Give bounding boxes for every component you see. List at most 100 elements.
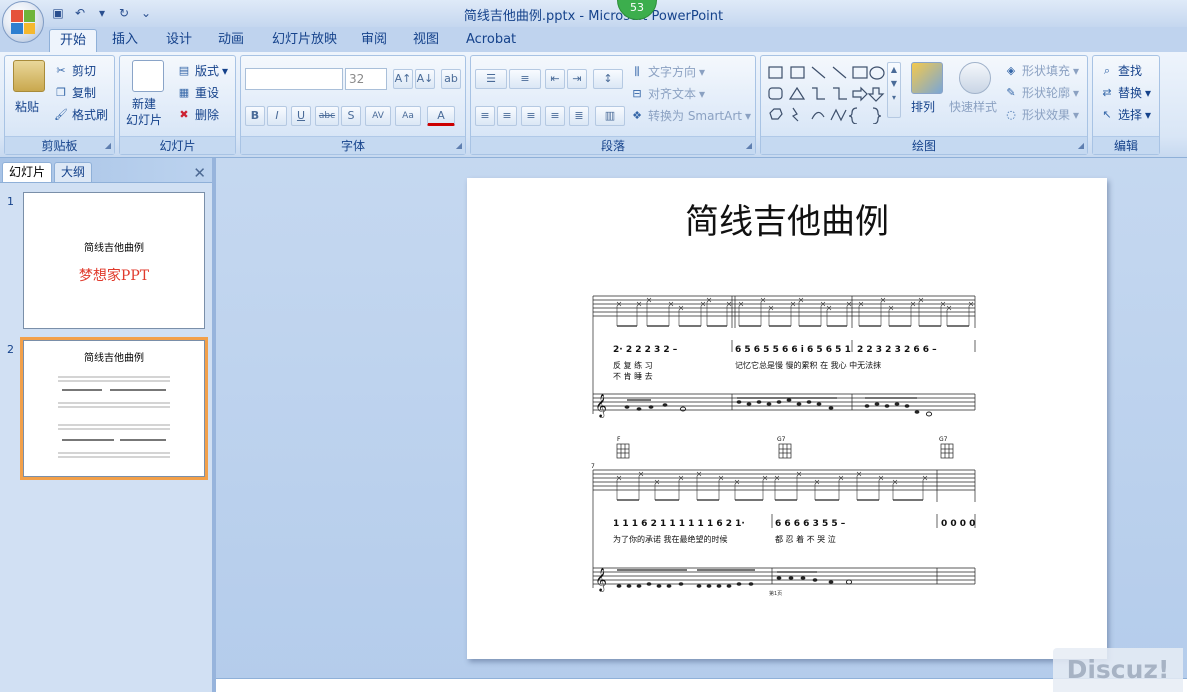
tab-acrobat[interactable]: Acrobat — [456, 29, 526, 52]
font-launcher-icon[interactable]: ◢ — [456, 141, 462, 150]
close-icon[interactable]: ✕ — [193, 164, 206, 182]
tab-view[interactable]: 视图 — [403, 29, 449, 52]
grow-font-icon[interactable]: A↑ — [393, 69, 413, 89]
shrink-font-icon[interactable]: A↓ — [415, 69, 435, 89]
new-slide-button[interactable]: 新建 幻灯片 — [126, 96, 162, 128]
align-center-icon[interactable]: ≡ — [497, 106, 517, 126]
chord-label: G7 — [777, 436, 786, 443]
tab-animations[interactable]: 动画 — [208, 29, 254, 52]
notes-pane[interactable] — [216, 678, 1187, 692]
convert-smartart-button[interactable]: ❖ 转换为 SmartArt ▾ — [629, 107, 751, 124]
align-text-icon: ⊟ — [632, 86, 642, 100]
align-text-button[interactable]: ⊟ 对齐文本 ▾ — [629, 85, 705, 102]
delete-slide-button[interactable]: ✖ 删除 — [176, 106, 219, 123]
decrease-indent-icon[interactable]: ⇤ — [545, 69, 565, 89]
page-label: 第1页 — [769, 590, 782, 597]
pen-icon: ✎ — [1006, 85, 1016, 99]
arrange-button[interactable]: 排列 — [911, 98, 935, 115]
replace-button[interactable]: ⇄ 替换 ▾ — [1099, 84, 1151, 101]
shape-outline-label: 形状轮廓 — [1022, 86, 1071, 100]
align-left-icon[interactable]: ≡ — [475, 106, 495, 126]
group-editing: ⌕ 查找 ⇄ 替换 ▾ ↖ 选择 ▾ 编辑 — [1092, 55, 1160, 155]
drawing-launcher-icon[interactable]: ◢ — [1078, 141, 1084, 150]
slide-thumbnail-2[interactable]: 简线吉他曲例 — [20, 337, 208, 480]
underline-icon[interactable]: U — [291, 106, 311, 126]
reset-button[interactable]: ▦ 重设 — [176, 84, 219, 101]
quick-styles-button[interactable]: 快速样式 — [949, 98, 997, 115]
copy-label: 复制 — [72, 86, 97, 100]
copy-button[interactable]: ❐ 复制 — [53, 84, 96, 101]
select-label: 选择 — [1118, 108, 1143, 122]
line-spacing-icon[interactable]: ↕ — [593, 69, 623, 89]
shape-effects-button[interactable]: ◌ 形状效果 ▾ — [1003, 106, 1079, 123]
group-label-slides: 幻灯片 — [120, 136, 235, 154]
font-color-icon[interactable]: A — [427, 106, 455, 126]
shape-fill-label: 形状填充 — [1022, 64, 1071, 78]
guitar-score[interactable]: 𝄞 𝄞 F G7 G7 7 2· 2 2 2 3 2 – 6 5 6 5 5 6… — [587, 288, 987, 598]
watermark-logo: Discuz! — [1053, 648, 1183, 692]
slide-title[interactable]: 简线吉他曲例 — [467, 194, 1107, 243]
slide-editor: 简线吉他曲例 𝄞 𝄞 F G7 G7 7 2· 2 2 2 3 2 – 6 5 … — [212, 158, 1187, 692]
cut-button[interactable]: ✂ 剪切 — [53, 62, 96, 79]
copy-icon: ❐ — [56, 85, 66, 99]
office-logo-icon — [11, 10, 35, 34]
paste-icon — [13, 60, 45, 92]
numbering-icon[interactable]: ≡ — [509, 69, 541, 89]
align-right-icon[interactable]: ≡ — [521, 106, 541, 126]
paragraph-launcher-icon[interactable]: ◢ — [746, 141, 752, 150]
shape-fill-button[interactable]: ◈ 形状填充 ▾ — [1003, 62, 1079, 79]
format-painter-button[interactable]: 🖌 格式刷 — [53, 106, 108, 123]
binoculars-icon: ⌕ — [1103, 63, 1111, 77]
chevron-down-icon: ▾ — [699, 86, 706, 101]
office-button[interactable] — [2, 1, 44, 43]
slide-thumbnail-1[interactable]: 简线吉他曲例 梦想家PPT — [23, 192, 205, 329]
text-direction-button[interactable]: ⫼ 文字方向 ▾ — [629, 63, 705, 80]
font-name-combo[interactable] — [245, 68, 343, 90]
tab-outline[interactable]: 大纲 — [54, 162, 93, 182]
char-spacing-icon[interactable]: AV — [365, 106, 391, 126]
chevron-down-icon: ▾ — [699, 64, 706, 79]
thumb-title: 简线吉他曲例 — [84, 353, 144, 364]
ribbon: 粘贴 ✂ 剪切 ❐ 复制 🖌 格式刷 剪贴板 ◢ 新建 幻灯片 ▤ 版式 ▾ ▦ 重设 ✖ 删… — [0, 52, 1187, 158]
chord-label: F — [617, 436, 621, 443]
layout-button[interactable]: ▤ 版式 ▾ — [176, 62, 228, 79]
font-size-combo[interactable]: 32 — [345, 68, 387, 90]
bullets-icon[interactable]: ☰ — [475, 69, 507, 89]
clear-format-icon[interactable]: ab — [441, 69, 461, 89]
slide-canvas[interactable]: 简线吉他曲例 𝄞 𝄞 F G7 G7 7 2· 2 2 2 3 2 – 6 5 … — [467, 178, 1107, 659]
change-case-icon[interactable]: Aa — [395, 106, 421, 126]
arrange-icon — [911, 62, 943, 94]
shadow-icon[interactable]: S — [341, 106, 361, 126]
shapes-gallery[interactable] — [767, 64, 897, 124]
reset-icon: ▦ — [178, 85, 190, 99]
group-drawing: ▲ ▼ ▾ 排列 快速样式 ◈ 形状填充 ▾ ✎ 形状轮廓 ▾ ◌ 形状效果 ▾ 绘图 ◢ — [760, 55, 1088, 155]
effects-icon: ◌ — [1006, 107, 1016, 121]
shape-outline-button[interactable]: ✎ 形状轮廓 ▾ — [1003, 84, 1079, 101]
jianpu-numbers: 2· 2 2 2 3 2 – — [613, 345, 678, 355]
distribute-icon[interactable]: ≣ — [569, 106, 589, 126]
italic-icon[interactable]: I — [267, 106, 287, 126]
jianpu-numbers: 2 2 3 2 3 2 6 6 – — [857, 345, 937, 355]
tab-home[interactable]: 开始 — [49, 29, 98, 52]
shapes-scroll[interactable]: ▲ ▼ ▾ — [887, 62, 901, 118]
slide-number: 1 — [7, 195, 14, 208]
paste-button[interactable]: 粘贴 — [15, 98, 39, 115]
columns-icon[interactable]: ▥ — [595, 106, 625, 126]
window-title: 简线吉他曲例.pptx - Microsoft PowerPoint — [463, 9, 724, 24]
select-button[interactable]: ↖ 选择 ▾ — [1099, 106, 1151, 123]
tab-review[interactable]: 审阅 — [351, 29, 397, 52]
lyrics: 记忆它总是慢 慢的累积 在 我心 中无法抹 — [735, 360, 881, 370]
tab-design[interactable]: 设计 — [156, 29, 202, 52]
jianpu-numbers: 1 1 1 6 2 1 1 1 1 1 1 6 2 1· — [613, 519, 745, 529]
justify-icon[interactable]: ≡ — [545, 106, 565, 126]
bold-icon[interactable]: B — [245, 106, 265, 126]
clipboard-launcher-icon[interactable]: ◢ — [105, 141, 111, 150]
group-label-drawing: 绘图 — [761, 136, 1087, 154]
strikethrough-icon[interactable]: abc — [315, 106, 339, 126]
cursor-icon: ↖ — [1102, 107, 1112, 121]
increase-indent-icon[interactable]: ⇥ — [567, 69, 587, 89]
find-button[interactable]: ⌕ 查找 — [1099, 62, 1142, 79]
tab-insert[interactable]: 插入 — [102, 29, 148, 52]
tab-slides[interactable]: 幻灯片 — [2, 162, 53, 182]
tab-slideshow[interactable]: 幻灯片放映 — [262, 29, 347, 52]
